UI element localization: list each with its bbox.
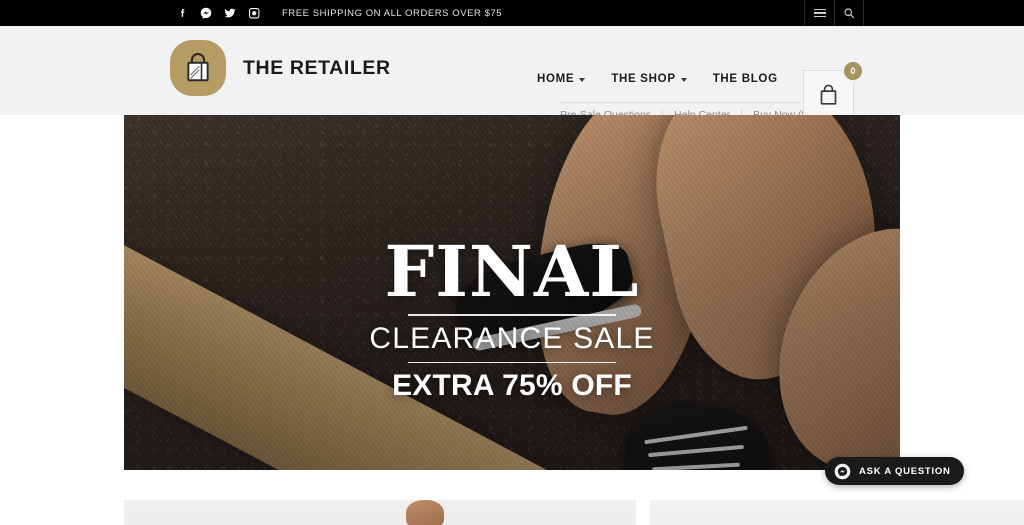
search-icon[interactable]	[834, 0, 864, 26]
messenger-icon[interactable]	[194, 0, 218, 26]
top-announcement-bar: FREE SHIPPING ON ALL ORDERS OVER $75	[0, 0, 1024, 26]
site-header: THE RETAILER HOME THE SHOP THE BLOG PAGE…	[0, 26, 1024, 121]
chevron-down-icon	[579, 78, 586, 82]
hero-caption: FINAL CLEARANCE SALE EXTRA 75% OFF	[124, 230, 900, 403]
social-links: FREE SHIPPING ON ALL ORDERS OVER $75	[170, 0, 502, 26]
free-shipping-text: FREE SHIPPING ON ALL ORDERS OVER $75	[282, 7, 503, 19]
brand-name: THE RETAILER	[243, 56, 391, 79]
nav-label-home: HOME	[537, 73, 575, 85]
hero-headline: FINAL	[384, 230, 640, 313]
shopping-bag-logo-icon	[170, 40, 226, 96]
nav-label-the-blog: THE BLOG	[712, 73, 778, 85]
instagram-icon[interactable]	[242, 0, 266, 26]
cart-button[interactable]: 0	[803, 60, 864, 121]
nav-item-the-blog[interactable]: THE BLOG	[713, 73, 778, 85]
hero-offer-text: EXTRA 75% OFF	[392, 369, 632, 402]
hero-banner[interactable]: FINAL CLEARANCE SALE EXTRA 75% OFF	[124, 115, 900, 470]
ask-a-question-label: ASK A QUESTION	[859, 465, 951, 477]
ask-a-question-button[interactable]: ASK A QUESTION	[825, 457, 964, 485]
chevron-down-icon	[680, 78, 687, 82]
nav-item-home[interactable]: HOME	[537, 73, 586, 85]
shopping-bag-icon	[820, 84, 837, 105]
hero-subheadline: CLEARANCE SALE	[369, 321, 655, 355]
cart-count-badge: 0	[842, 60, 864, 82]
hamburger-menu-icon[interactable]	[804, 0, 834, 26]
topbar-actions	[804, 0, 864, 26]
hero-divider-top	[408, 314, 616, 316]
brand-logo[interactable]: THE RETAILER	[170, 40, 391, 96]
product-card-row	[124, 500, 1024, 525]
twitter-icon[interactable]	[218, 0, 242, 26]
product-card[interactable]	[124, 500, 636, 525]
product-card[interactable]	[650, 500, 1024, 525]
product-image	[406, 500, 444, 525]
hero-divider-bottom	[408, 361, 616, 363]
facebook-icon[interactable]	[170, 0, 194, 26]
nav-label-the-shop: THE SHOP	[611, 73, 676, 85]
nav-item-the-shop[interactable]: THE SHOP	[611, 73, 687, 85]
messenger-icon	[834, 463, 851, 479]
